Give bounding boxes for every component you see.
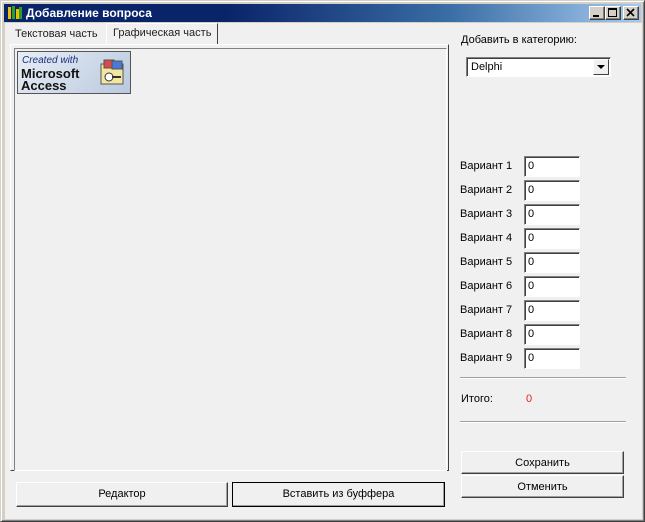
variant-3-value: 0 bbox=[528, 208, 535, 220]
variant-8-label: Вариант 8 bbox=[460, 328, 513, 340]
cancel-button[interactable]: Отменить bbox=[461, 475, 624, 498]
total-label: Итого: bbox=[461, 393, 493, 405]
variant-4-input[interactable]: 0 bbox=[524, 228, 580, 249]
variant-1-value: 0 bbox=[528, 160, 535, 172]
ms-access-logo: Created with Microsoft Access bbox=[17, 51, 131, 94]
logo-text-3: Access bbox=[21, 78, 67, 93]
variant-1-label: Вариант 1 bbox=[460, 160, 513, 172]
variant-2-value: 0 bbox=[528, 184, 535, 196]
variant-6-label: Вариант 6 bbox=[460, 280, 513, 292]
paste-from-clipboard-button[interactable]: Вставить из буффера bbox=[232, 482, 445, 507]
variant-1-input[interactable]: 0 bbox=[524, 156, 580, 177]
variant-8-value: 0 bbox=[528, 328, 535, 340]
logo-text-1: Created with bbox=[22, 55, 79, 66]
variant-5-input[interactable]: 0 bbox=[524, 252, 580, 273]
graphic-tab-page: Created with Microsoft Access bbox=[10, 44, 449, 471]
variant-7-input[interactable]: 0 bbox=[524, 300, 580, 321]
variant-9-label: Вариант 9 bbox=[460, 352, 513, 364]
variant-9-value: 0 bbox=[528, 352, 535, 364]
minimize-button[interactable] bbox=[589, 6, 605, 20]
category-dropdown-button[interactable] bbox=[593, 59, 609, 75]
window-title: Добавление вопроса bbox=[26, 6, 152, 20]
variant-4-value: 0 bbox=[528, 232, 535, 244]
variant-3-input[interactable]: 0 bbox=[524, 204, 580, 225]
close-button[interactable] bbox=[623, 6, 639, 20]
separator-bottom bbox=[460, 421, 626, 423]
variant-5-value: 0 bbox=[528, 256, 535, 268]
variant-7-label: Вариант 7 bbox=[460, 304, 513, 316]
total-value: 0 bbox=[526, 393, 533, 405]
variant-5-label: Вариант 5 bbox=[460, 256, 513, 268]
variant-2-label: Вариант 2 bbox=[460, 184, 513, 196]
client-area: Текстовая часть Графическая часть Create… bbox=[5, 23, 642, 519]
maximize-icon bbox=[608, 8, 617, 17]
image-area[interactable]: Created with Microsoft Access bbox=[14, 48, 447, 471]
category-label: Добавить в категорию: bbox=[461, 34, 577, 46]
minimize-icon bbox=[593, 15, 599, 17]
separator-top bbox=[460, 377, 626, 379]
variant-7-value: 0 bbox=[528, 304, 535, 316]
variant-6-value: 0 bbox=[528, 280, 535, 292]
category-select-value: Delphi bbox=[471, 61, 503, 73]
tab-graphic-part[interactable]: Графическая часть bbox=[106, 23, 219, 45]
close-icon bbox=[626, 8, 635, 17]
variant-9-input[interactable]: 0 bbox=[524, 348, 580, 369]
category-select[interactable]: Delphi bbox=[466, 57, 611, 77]
variant-6-input[interactable]: 0 bbox=[524, 276, 580, 297]
title-bar[interactable]: Добавление вопроса bbox=[4, 4, 641, 22]
variant-2-input[interactable]: 0 bbox=[524, 180, 580, 201]
tab-text-part[interactable]: Текстовая часть bbox=[9, 25, 104, 45]
app-window: Добавление вопроса Текстовая часть Графи… bbox=[0, 0, 645, 522]
maximize-button[interactable] bbox=[605, 6, 621, 20]
app-icon bbox=[8, 6, 22, 19]
editor-button[interactable]: Редактор bbox=[16, 482, 228, 507]
save-button[interactable]: Сохранить bbox=[461, 451, 624, 474]
variant-4-label: Вариант 4 bbox=[460, 232, 513, 244]
variant-3-label: Вариант 3 bbox=[460, 208, 513, 220]
access-key-icon bbox=[100, 59, 124, 85]
variant-8-input[interactable]: 0 bbox=[524, 324, 580, 345]
chevron-down-icon bbox=[597, 65, 605, 69]
